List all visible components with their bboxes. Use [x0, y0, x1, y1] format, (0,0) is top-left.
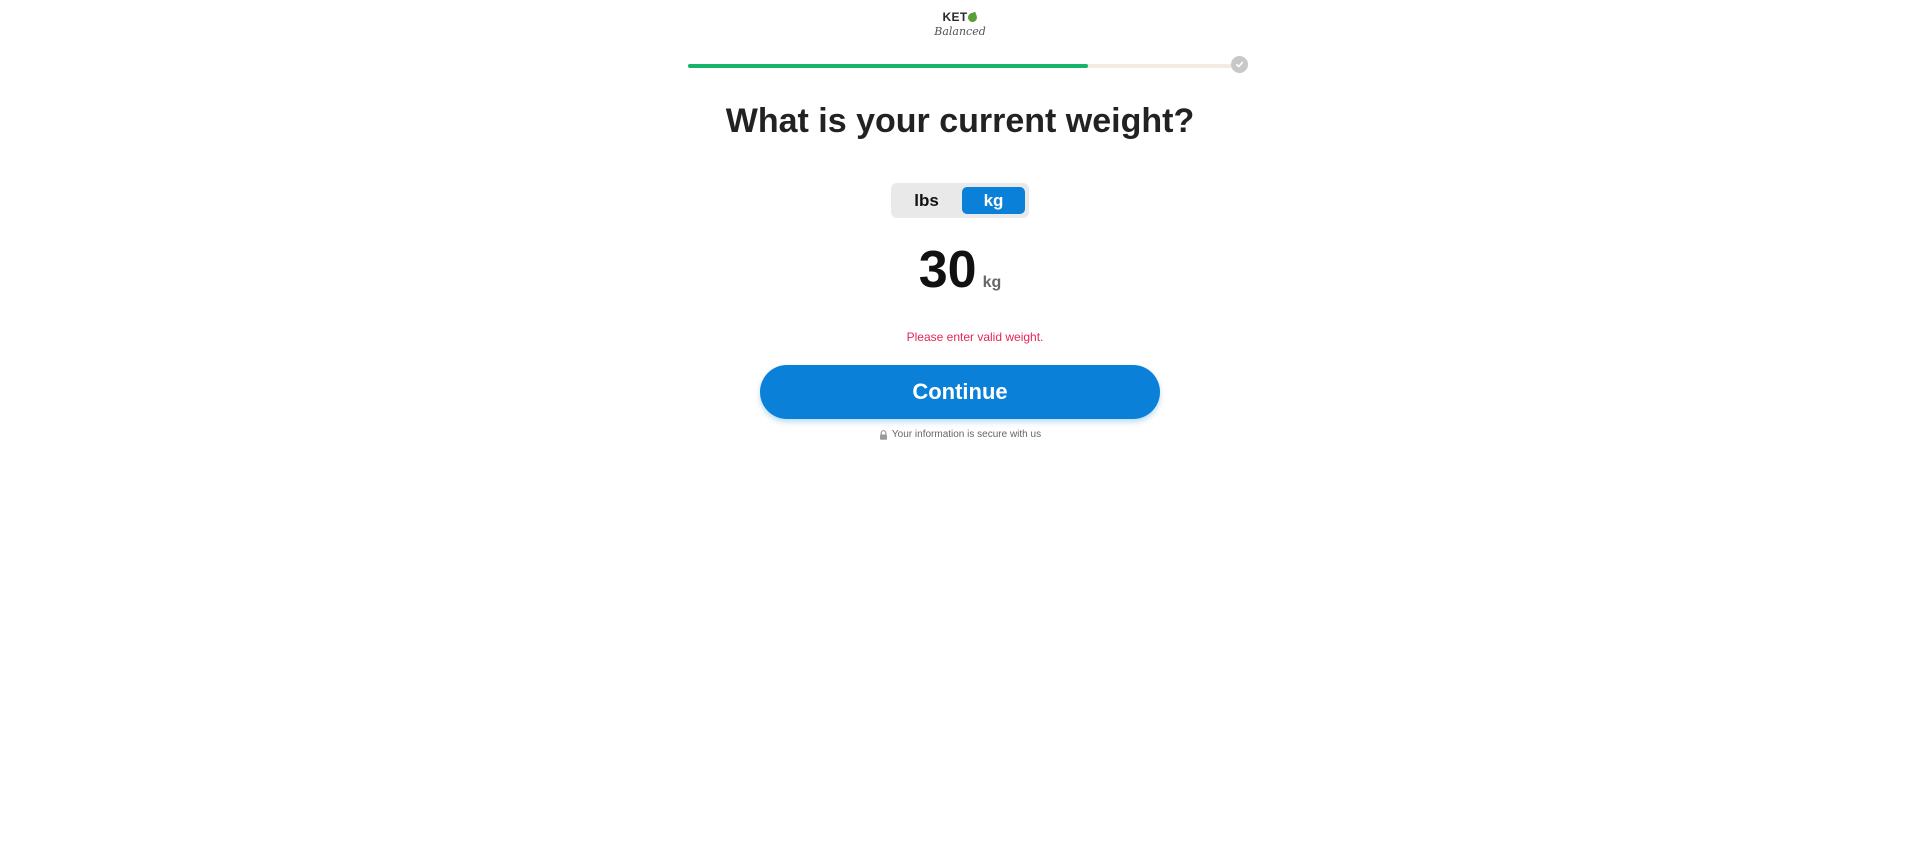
unit-option-lbs[interactable]: lbs [895, 187, 958, 214]
logo-bottom-text: Balanced [934, 25, 986, 38]
logo-wordmark: KET [942, 10, 979, 24]
validation-error: Please enter valid weight. [906, 330, 1044, 344]
unit-option-kg[interactable]: kg [962, 187, 1025, 214]
logo-top-text: KET [942, 10, 968, 24]
progress-bar [688, 64, 1248, 68]
weight-value-group: 30 kg [919, 244, 1002, 296]
secure-note-group: Your information is secure with us [879, 429, 1041, 440]
leaf-icon [967, 11, 979, 23]
check-icon [1231, 56, 1248, 73]
progress-bar-fill [688, 64, 1089, 68]
lock-icon [879, 429, 888, 440]
secure-note-text: Your information is secure with us [891, 429, 1042, 440]
weight-value-input[interactable]: 30 [919, 244, 977, 296]
weight-question-page: KET Balanced What is your current weight… [0, 0, 1920, 859]
weight-display: 30 kg [0, 244, 1920, 296]
page-title: What is your current weight? [725, 102, 1195, 140]
secure-note: Your information is secure with us [0, 429, 1920, 443]
unit-toggle: lbs kg [891, 183, 1029, 218]
weight-unit-label: kg [982, 274, 1002, 291]
brand-logo[interactable]: KET Balanced [932, 9, 988, 37]
continue-button[interactable]: Continue [760, 365, 1160, 419]
